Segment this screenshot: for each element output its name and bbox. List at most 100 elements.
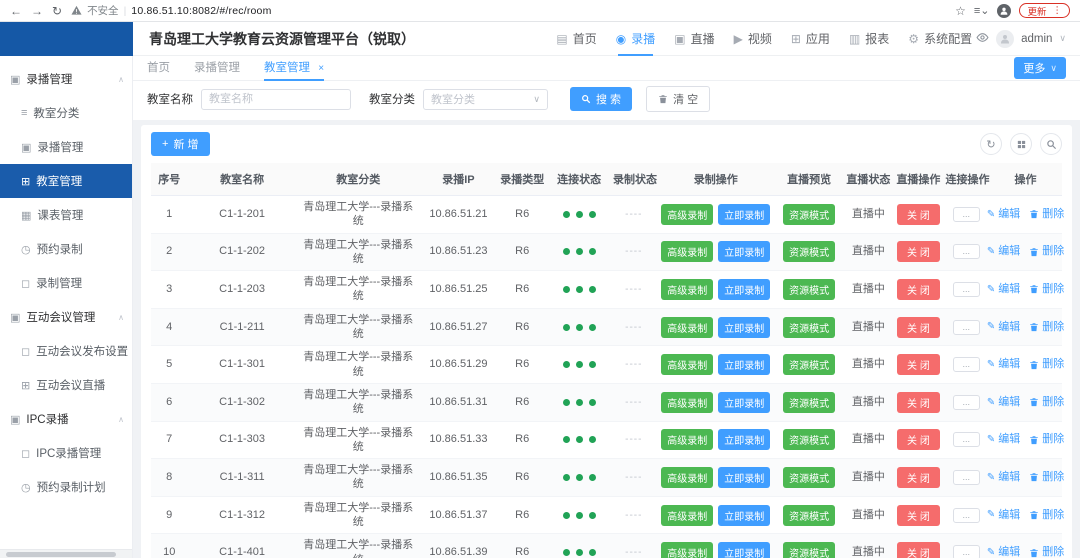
close-live-button[interactable]: 关 闭 [897,429,940,450]
connect-more-button[interactable]: ... [953,508,981,523]
address-bar[interactable]: 不安全 | 10.86.51.10:8082/#/rec/room [71,3,271,18]
search-button[interactable]: 搜 索 [570,87,632,111]
delete-link[interactable]: 删除 [1029,357,1064,372]
record-now-button[interactable]: 立即录制 [718,392,770,413]
edit-link[interactable]: ✎编辑 [987,282,1020,297]
nav-item-6[interactable]: ▥ 报表 [849,22,889,56]
advanced-record-button[interactable]: 高级录制 [661,241,713,262]
sidebar-item-课表管理[interactable]: ▦ 课表管理 [0,198,132,232]
sidebar-item-录制管理[interactable]: ◻ 录制管理 [0,266,132,300]
edit-link[interactable]: ✎编辑 [987,244,1020,259]
nav-item-4[interactable]: ▶ 视频 [734,22,772,56]
sidebar-group-header[interactable]: ▣ 录播管理 ∧ [0,62,132,96]
connect-more-button[interactable]: ... [953,320,981,335]
edit-link[interactable]: ✎编辑 [987,320,1020,335]
eye-icon[interactable] [976,31,989,47]
sidebar-item-录播管理[interactable]: ▣ 录播管理 [0,130,132,164]
table-search-icon[interactable] [1040,133,1062,155]
chevron-down-icon[interactable]: ∨ [1059,33,1066,44]
tab-教室管理[interactable]: 教室管理 × [264,56,324,81]
edit-link[interactable]: ✎编辑 [987,207,1020,222]
sidebar-group-header[interactable]: ▣ 互动会议管理 ∧ [0,300,132,334]
close-live-button[interactable]: 关 闭 [897,317,940,338]
connect-more-button[interactable]: ... [953,432,981,447]
user-name[interactable]: admin [1021,33,1052,45]
resource-mode-button[interactable]: 资源模式 [783,392,835,413]
scrollbar-handle[interactable] [6,552,116,557]
advanced-record-button[interactable]: 高级录制 [661,279,713,300]
close-live-button[interactable]: 关 闭 [897,392,940,413]
browser-reload-icon[interactable]: ↻ [52,4,62,18]
resource-mode-button[interactable]: 资源模式 [783,279,835,300]
browser-forward-icon[interactable]: → [31,4,43,18]
edit-link[interactable]: ✎编辑 [987,470,1020,485]
side-panel-icon[interactable]: ≡⌄ [974,4,990,17]
advanced-record-button[interactable]: 高级录制 [661,317,713,338]
connect-more-button[interactable]: ... [953,244,981,259]
close-live-button[interactable]: 关 闭 [897,354,940,375]
delete-link[interactable]: 删除 [1029,508,1064,523]
tab-首页[interactable]: 首页 [147,56,170,81]
connect-more-button[interactable]: ... [953,207,981,222]
resource-mode-button[interactable]: 资源模式 [783,241,835,262]
resource-mode-button[interactable]: 资源模式 [783,505,835,526]
record-now-button[interactable]: 立即录制 [718,505,770,526]
edit-link[interactable]: ✎编辑 [987,357,1020,372]
close-live-button[interactable]: 关 闭 [897,279,940,300]
resource-mode-button[interactable]: 资源模式 [783,354,835,375]
close-live-button[interactable]: 关 闭 [897,204,940,225]
room-class-select[interactable]: 教室分类 ∨ [423,89,548,110]
browser-profile-avatar[interactable] [997,4,1011,18]
record-now-button[interactable]: 立即录制 [718,467,770,488]
connect-more-button[interactable]: ... [953,357,981,372]
record-now-button[interactable]: 立即录制 [718,204,770,225]
grid-columns-icon[interactable] [1010,133,1032,155]
delete-link[interactable]: 删除 [1029,432,1064,447]
close-icon[interactable]: × [318,63,324,74]
edit-link[interactable]: ✎编辑 [987,508,1020,523]
clear-button[interactable]: 清 空 [646,86,710,112]
sidebar-item-预约录制[interactable]: ◷ 预约录制 [0,232,132,266]
sidebar-item-预约录制计划[interactable]: ◷ 预约录制计划 [0,470,132,504]
sidebar-item-IPC录播管理[interactable]: ◻ IPC录播管理 [0,436,132,470]
advanced-record-button[interactable]: 高级录制 [661,392,713,413]
sidebar-item-互动会议直播[interactable]: ⊞ 互动会议直播 [0,368,132,402]
add-button[interactable]: + 新 增 [151,132,210,156]
sidebar-item-教室分类[interactable]: ≡ 教室分类 [0,96,132,130]
record-now-button[interactable]: 立即录制 [718,354,770,375]
advanced-record-button[interactable]: 高级录制 [661,467,713,488]
advanced-record-button[interactable]: 高级录制 [661,542,713,558]
delete-link[interactable]: 删除 [1029,320,1064,335]
close-live-button[interactable]: 关 闭 [897,542,940,558]
delete-link[interactable]: 删除 [1029,470,1064,485]
resource-mode-button[interactable]: 资源模式 [783,542,835,558]
resource-mode-button[interactable]: 资源模式 [783,204,835,225]
sidebar-group-header[interactable]: ▣ IPC录播 ∧ [0,402,132,436]
user-avatar[interactable] [996,30,1014,48]
record-now-button[interactable]: 立即录制 [718,542,770,558]
refresh-icon[interactable]: ↻ [980,133,1002,155]
browser-back-icon[interactable]: ← [10,4,22,18]
connect-more-button[interactable]: ... [953,470,981,485]
record-now-button[interactable]: 立即录制 [718,429,770,450]
advanced-record-button[interactable]: 高级录制 [661,505,713,526]
close-live-button[interactable]: 关 闭 [897,467,940,488]
nav-item-5[interactable]: ⊞ 应用 [791,22,830,56]
delete-link[interactable]: 删除 [1029,395,1064,410]
bookmark-star-icon[interactable]: ☆ [955,4,966,18]
record-now-button[interactable]: 立即录制 [718,241,770,262]
tab-录播管理[interactable]: 录播管理 [194,56,240,81]
connect-more-button[interactable]: ... [953,545,981,558]
close-live-button[interactable]: 关 闭 [897,505,940,526]
nav-item-1[interactable]: ▤ 首页 [556,22,596,56]
advanced-record-button[interactable]: 高级录制 [661,429,713,450]
delete-link[interactable]: 删除 [1029,244,1064,259]
room-name-input[interactable] [201,89,351,110]
nav-item-2[interactable]: ◉ 录播 [616,22,656,56]
connect-more-button[interactable]: ... [953,395,981,410]
advanced-record-button[interactable]: 高级录制 [661,204,713,225]
nav-item-3[interactable]: ▣ 直播 [674,22,714,56]
advanced-record-button[interactable]: 高级录制 [661,354,713,375]
edit-link[interactable]: ✎编辑 [987,395,1020,410]
record-now-button[interactable]: 立即录制 [718,279,770,300]
